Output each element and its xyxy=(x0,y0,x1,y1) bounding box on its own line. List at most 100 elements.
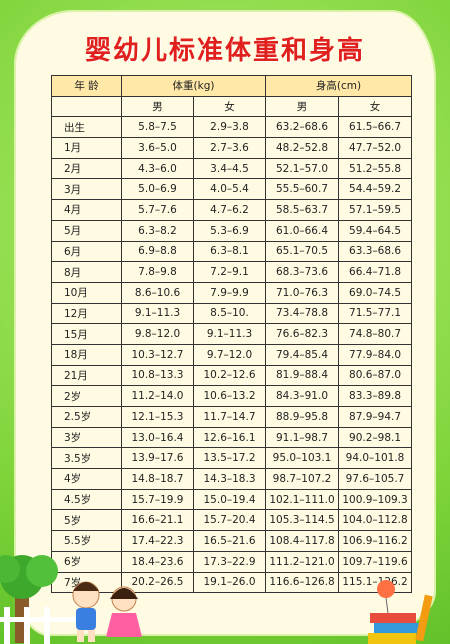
cell-age: 5.5岁 xyxy=(51,530,122,552)
table-row: 15月 9.8–12.0 9.1–11.3 76.6–82.3 74.8–80.7 xyxy=(51,323,413,345)
cell-height-male: 98.7–107.2 xyxy=(265,468,340,490)
header-height-female: 女 xyxy=(338,95,413,118)
cell-height-male: 48.2–52.8 xyxy=(265,137,340,159)
header-height: 身高(cm) xyxy=(265,75,413,97)
cell-height-female: 94.0–101.8 xyxy=(338,447,413,470)
cell-weight-male: 10.3–12.7 xyxy=(121,343,194,366)
cell-weight-male: 15.7–19.9 xyxy=(121,488,194,511)
cell-weight-male: 6.9–8.8 xyxy=(121,240,194,263)
cell-age: 5月 xyxy=(51,219,122,242)
cell-weight-male: 9.1–11.3 xyxy=(121,302,194,325)
cell-height-female: 80.6–87.0 xyxy=(338,364,413,387)
cell-weight-male: 11.2–14.0 xyxy=(121,385,194,407)
cell-height-female: 97.6–105.7 xyxy=(338,468,413,490)
cell-height-male: 68.3–73.6 xyxy=(265,261,340,283)
cell-weight-female: 7.9–9.9 xyxy=(192,281,267,304)
cell-weight-male: 13.9–17.6 xyxy=(121,447,194,470)
table-row: 5岁 16.6–21.1 15.7–20.4 105.3–114.5 104.0–112… xyxy=(51,509,413,532)
cell-age: 12月 xyxy=(51,302,122,325)
table-row: 10月 8.6–10.6 7.9–9.9 71.0–76.3 69.0–74.5 xyxy=(51,281,413,304)
cell-age: 3岁 xyxy=(51,426,122,449)
cell-weight-female: 11.7–14.7 xyxy=(192,406,267,428)
cell-weight-male: 4.3–6.0 xyxy=(121,157,194,180)
cell-weight-female: 2.7–3.6 xyxy=(192,137,267,159)
cell-height-male: 108.4–117.8 xyxy=(265,530,340,552)
cell-weight-male: 3.6–5.0 xyxy=(121,137,194,159)
cell-height-male: 76.6–82.3 xyxy=(265,323,340,345)
table-row: 2月 4.3–6.0 3.4–4.5 52.1–57.0 51.2–55.8 xyxy=(51,157,413,180)
cell-age: 8月 xyxy=(51,261,122,283)
growth-standards-table: 年 龄 体重(kg) 身高(cm) 男 女 男 女 出生 5.8–7.5 2.9–3… xyxy=(51,75,413,594)
cell-age: 5岁 xyxy=(51,509,122,532)
table-row: 4岁 14.8–18.7 14.3–18.3 98.7–107.2 97.6–105.7 xyxy=(51,468,413,490)
table-row: 3月 5.0–6.9 4.0–5.4 55.5–60.7 54.4–59.2 xyxy=(51,178,413,201)
cell-age: 15月 xyxy=(51,323,122,345)
cell-weight-female: 8.5–10. xyxy=(192,302,267,325)
cell-age: 4月 xyxy=(51,199,122,221)
header-weight: 体重(kg) xyxy=(120,75,267,97)
cell-weight-female: 3.4–4.5 xyxy=(192,157,267,180)
cell-height-male: 91.1–98.7 xyxy=(265,426,340,449)
cell-age: 出生 xyxy=(51,116,122,139)
cell-weight-male: 6.3–8.2 xyxy=(121,219,194,242)
cell-weight-male: 7.8–9.8 xyxy=(121,261,194,283)
cell-height-male: 105.3–114.5 xyxy=(265,509,340,532)
cell-height-female: 104.0–112.8 xyxy=(338,509,413,532)
table-row: 8月 7.8–9.8 7.2–9.1 68.3–73.6 66.4–71.8 xyxy=(51,261,413,283)
header-weight-female: 女 xyxy=(192,95,267,118)
cell-weight-male: 5.0–6.9 xyxy=(121,178,194,201)
header-age: 年 龄 xyxy=(51,75,122,97)
cell-height-female: 71.5–77.1 xyxy=(338,302,413,325)
table-row: 4.5岁 15.7–19.9 15.0–19.4 102.1–111.0 100.9–1… xyxy=(51,488,413,511)
cell-height-female: 106.9–116.2 xyxy=(338,530,413,552)
cell-weight-female: 16.5–21.6 xyxy=(192,530,267,552)
cell-weight-female: 15.7–20.4 xyxy=(192,509,267,532)
table-row: 21月 10.8–13.3 10.2–12.6 81.9–88.4 80.6–87.0 xyxy=(51,364,413,387)
cell-age: 21月 xyxy=(51,364,122,387)
table-row: 5月 6.3–8.2 5.3–6.9 61.0–66.4 59.4–64.5 xyxy=(51,219,413,242)
cell-height-female: 87.9–94.7 xyxy=(338,406,413,428)
table-row: 6月 6.9–8.8 6.3–8.1 65.1–70.5 63.3–68.6 xyxy=(51,240,413,263)
cell-weight-female: 4.7–6.2 xyxy=(192,199,267,221)
girl-child-icon xyxy=(106,586,142,637)
cell-age: 2.5岁 xyxy=(51,406,122,428)
cell-age: 18月 xyxy=(51,343,122,366)
cell-height-male: 95.0–103.1 xyxy=(265,447,340,470)
cell-age: 3.5岁 xyxy=(51,447,122,470)
cell-height-male: 52.1–57.0 xyxy=(265,157,340,180)
table-row: 18月 10.3–12.7 9.7–12.0 79.4–85.4 77.9–84.0 xyxy=(51,343,413,366)
cell-weight-male: 13.0–16.4 xyxy=(121,426,194,449)
cell-height-male: 79.4–85.4 xyxy=(265,343,340,366)
table-row: 2岁 11.2–14.0 10.6–13.2 84.3–91.0 83.3–89.8 xyxy=(51,385,413,407)
table-row: 12月 9.1–11.3 8.5–10. 73.4–78.8 71.5–77.1 xyxy=(51,302,413,325)
table-row: 3.5岁 13.9–17.6 13.5–17.2 95.0–103.1 94.0–101… xyxy=(51,447,413,470)
header-weight-male: 男 xyxy=(121,95,194,118)
cell-weight-female: 6.3–8.1 xyxy=(192,240,267,263)
cell-weight-female: 4.0–5.4 xyxy=(192,178,267,201)
table-row: 1月 3.6–5.0 2.7–3.6 48.2–52.8 47.7–52.0 xyxy=(51,137,413,159)
table-row: 5.5岁 17.4–22.3 16.5–21.6 108.4–117.8 106.9–1… xyxy=(51,530,413,552)
header-row-1: 年 龄 体重(kg) 身高(cm) xyxy=(51,75,413,97)
cell-weight-female: 13.5–17.2 xyxy=(192,447,267,470)
cell-height-male: 102.1–111.0 xyxy=(265,488,340,511)
cell-height-female: 83.3–89.8 xyxy=(338,385,413,407)
cell-height-female: 66.4–71.8 xyxy=(338,261,413,283)
cell-age: 4岁 xyxy=(51,468,122,490)
cell-height-female: 59.4–64.5 xyxy=(338,219,413,242)
cell-weight-male: 5.7–7.6 xyxy=(121,199,194,221)
cell-height-male: 63.2–68.6 xyxy=(265,116,340,139)
cell-weight-female: 15.0–19.4 xyxy=(192,488,267,511)
table-row: 3岁 13.0–16.4 12.6–16.1 91.1–98.7 90.2–98.1 xyxy=(51,426,413,449)
cell-height-male: 73.4–78.8 xyxy=(265,302,340,325)
cell-weight-male: 9.8–12.0 xyxy=(121,323,194,345)
cell-height-female: 57.1–59.5 xyxy=(338,199,413,221)
header-age-blank xyxy=(51,95,122,118)
cell-height-female: 69.0–74.5 xyxy=(338,281,413,304)
table-row: 出生 5.8–7.5 2.9–3.8 63.2–68.6 61.5–66.7 xyxy=(51,116,413,139)
cell-height-male: 88.9–95.8 xyxy=(265,406,340,428)
cell-weight-female: 5.3–6.9 xyxy=(192,219,267,242)
cell-height-male: 58.5–63.7 xyxy=(265,199,340,221)
cell-weight-male: 17.4–22.3 xyxy=(121,530,194,552)
cell-weight-male: 8.6–10.6 xyxy=(121,281,194,304)
table-body: 出生 5.8–7.5 2.9–3.8 63.2–68.6 61.5–66.7 1月 3.6–… xyxy=(51,116,413,594)
